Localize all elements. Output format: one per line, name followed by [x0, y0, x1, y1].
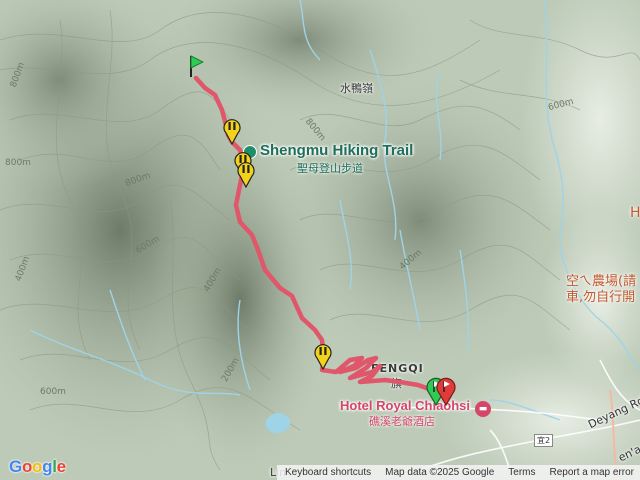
keyboard-shortcuts-link[interactable]: Keyboard shortcuts — [285, 467, 371, 478]
google-logo-text: Google — [9, 457, 66, 476]
terms-link[interactable]: Terms — [508, 467, 535, 478]
highway-shield: 宜2 — [534, 434, 554, 447]
start-flag-icon[interactable] — [188, 54, 204, 78]
report-error-link[interactable]: Report a map error — [550, 467, 634, 478]
google-logo[interactable]: Google — [9, 457, 66, 477]
waypoint-pause-icon[interactable] — [314, 342, 332, 370]
waypoint-pause-icon[interactable] — [223, 117, 241, 145]
waypoint-pause-icon[interactable] — [237, 160, 255, 188]
hotel-icon[interactable]: ▬ — [475, 401, 491, 417]
map-view[interactable]: 800m 800m 800m 600m 800m 400m 400m 600m … — [0, 0, 640, 480]
terrain-layer — [0, 0, 640, 480]
map-data-text: Map data ©2025 Google — [385, 467, 495, 478]
end-pin-icon[interactable] — [436, 376, 456, 406]
attribution-bar: Keyboard shortcuts Map data ©2025 Google… — [276, 465, 640, 480]
